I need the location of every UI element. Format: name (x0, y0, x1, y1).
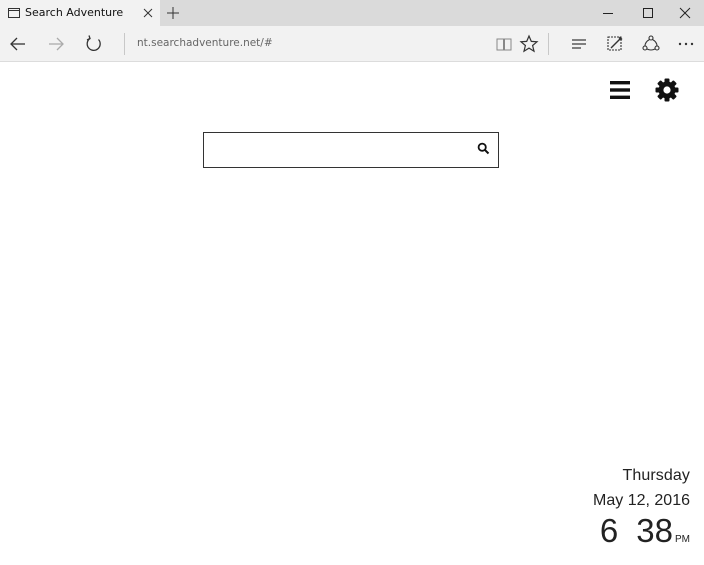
toolbar-divider (548, 33, 549, 55)
clock-minute: 38 (636, 512, 673, 549)
maximize-button[interactable] (630, 0, 666, 26)
hamburger-menu-icon[interactable] (608, 78, 632, 102)
close-icon[interactable] (141, 6, 155, 20)
tab-search-adventure[interactable]: Search Adventure (0, 0, 160, 26)
star-icon (519, 34, 539, 53)
minimize-button[interactable] (590, 0, 626, 26)
share-button[interactable] (639, 32, 663, 56)
refresh-button[interactable] (82, 32, 106, 56)
hub-icon (572, 39, 586, 49)
clock-time: 6 38 PM (593, 512, 690, 559)
search-icon (477, 142, 489, 154)
tab-title: Search Adventure (25, 6, 124, 19)
favorite-button[interactable] (517, 32, 541, 56)
web-note-icon (607, 36, 623, 51)
back-button[interactable] (6, 32, 30, 56)
close-icon (679, 7, 691, 19)
search-box (203, 132, 499, 168)
clock-ampm: PM (675, 534, 690, 545)
web-note-button[interactable] (603, 32, 627, 56)
address-bar[interactable]: nt.searchadventure.net/# (137, 37, 273, 49)
reading-view-button[interactable] (492, 32, 516, 56)
forward-button[interactable] (44, 32, 68, 56)
clock-day: Thursday (622, 467, 690, 484)
plus-icon[interactable] (165, 5, 181, 21)
refresh-icon (86, 35, 101, 51)
tab-strip: Search Adventure (0, 0, 704, 26)
page-icon (8, 8, 20, 18)
address-divider (124, 33, 125, 55)
search-button[interactable] (474, 139, 492, 157)
minimize-icon (603, 13, 613, 14)
gear-icon[interactable] (654, 77, 680, 103)
more-icon (678, 42, 694, 46)
arrow-left-icon (10, 37, 25, 51)
maximize-icon (643, 8, 653, 18)
arrow-right-icon (49, 37, 64, 51)
search-input[interactable] (206, 135, 468, 165)
navigation-bar: nt.searchadventure.net/# (0, 26, 704, 62)
clock-hour: 6 (599, 512, 619, 549)
hub-button[interactable] (567, 32, 591, 56)
close-window-button[interactable] (667, 0, 703, 26)
book-icon (496, 38, 512, 51)
clock-date: May 12, 2016 (593, 492, 690, 509)
more-button[interactable] (674, 32, 698, 56)
page-content: Thursday May 12, 2016 6 38 PM (0, 62, 704, 565)
clock-widget: Thursday May 12, 2016 6 38 PM (593, 466, 690, 559)
browser-window: Search Adventure nt.searchadventure.net/… (0, 0, 704, 565)
share-icon (642, 35, 660, 51)
